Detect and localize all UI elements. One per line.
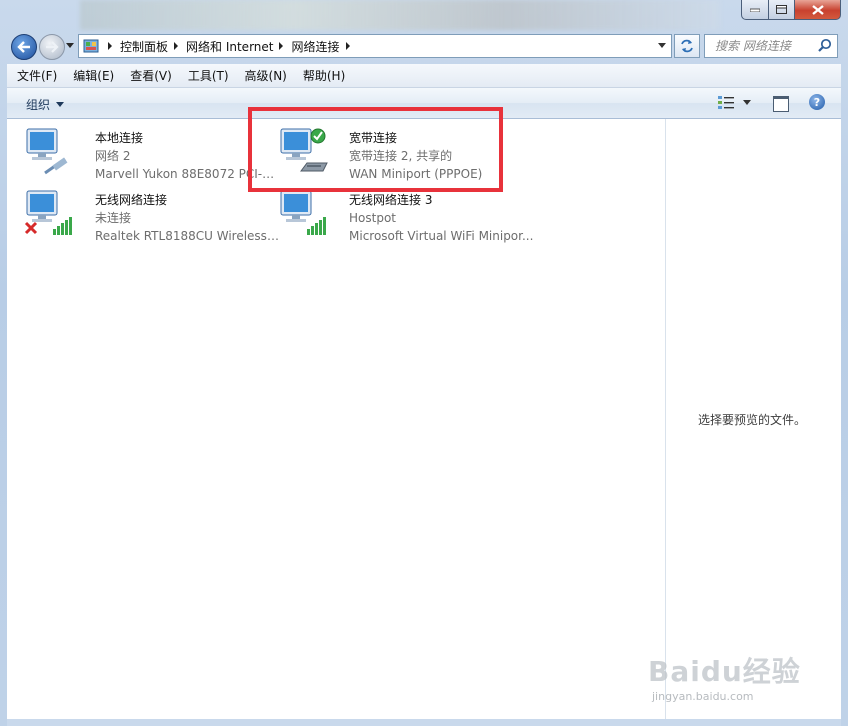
refresh-icon — [681, 39, 693, 53]
refresh-button[interactable] — [674, 34, 700, 58]
wireless-disconnected-icon — [24, 190, 72, 235]
window-controls — [741, 0, 841, 20]
breadcrumb-network-connections[interactable]: 网络连接 — [291, 38, 339, 55]
connection-status: 宽带连接 2, 共享的 — [349, 149, 453, 163]
back-button[interactable] — [11, 34, 37, 60]
search-input[interactable] — [713, 38, 817, 54]
back-arrow-icon — [17, 41, 30, 53]
menu-view[interactable]: 查看(V) — [124, 67, 178, 84]
connection-item[interactable]: 宽带连接 宽带连接 2, 共享的 WAN Miniport (PPPOE) — [277, 119, 527, 181]
breadcrumb-network-internet[interactable]: 网络和 Internet — [186, 38, 273, 55]
search-box[interactable] — [704, 34, 838, 58]
maximize-icon — [776, 5, 787, 14]
address-history-dropdown[interactable] — [658, 43, 666, 48]
help-button[interactable]: ? — [809, 94, 825, 110]
watermark-brand: Baidu经验 — [648, 655, 801, 688]
organize-button[interactable]: 组织 — [26, 96, 65, 113]
minimize-icon — [750, 8, 760, 12]
watermark-url: jingyan.baidu.com — [652, 690, 754, 703]
forward-arrow-icon — [46, 41, 59, 53]
wired-network-icon — [26, 128, 68, 175]
close-button[interactable] — [795, 0, 841, 20]
connection-name: 本地连接 — [95, 131, 144, 145]
close-icon — [811, 4, 824, 15]
connection-name: 宽带连接 — [349, 131, 398, 145]
help-icon: ? — [813, 95, 821, 109]
address-bar[interactable]: 控制面板 网络和 Internet 网络连接 — [78, 34, 672, 58]
menu-tools[interactable]: 工具(T) — [182, 67, 235, 84]
connection-status: 未连接 — [95, 211, 132, 225]
organize-label: 组织 — [26, 98, 51, 112]
desktop-background-blur — [80, 0, 720, 30]
wireless-network-icon — [280, 190, 326, 235]
connection-item[interactable]: 无线网络连接 3 Hostpot Microsoft Virtual WiFi … — [277, 181, 533, 243]
menu-file[interactable]: 文件(F) — [11, 67, 63, 84]
preview-pane-message: 选择要预览的文件。 — [698, 413, 807, 427]
chevron-down-icon — [743, 99, 751, 105]
breadcrumb-separator[interactable] — [174, 42, 179, 50]
forward-button[interactable] — [39, 34, 65, 60]
breadcrumb-separator[interactable] — [345, 42, 350, 50]
minimize-button[interactable] — [741, 0, 769, 20]
control-panel-icon — [83, 39, 99, 53]
connection-device: Microsoft Virtual WiFi Minipor... — [349, 229, 534, 243]
connection-status: 网络 2 — [95, 149, 131, 163]
connection-item[interactable]: 本地连接 网络 2 Marvell Yukon 88E8072 PCI-E... — [23, 119, 280, 181]
maximize-button[interactable] — [769, 0, 795, 20]
broadband-connected-icon — [280, 128, 328, 172]
view-details-icon — [718, 96, 734, 109]
connection-item[interactable]: 无线网络连接 未连接 Realtek RTL8188CU Wireless L.… — [23, 181, 280, 243]
window-bottom-border — [7, 719, 841, 726]
window-frame: 控制面板 网络和 Internet 网络连接 文件(F) 编辑(E) 查看(V)… — [0, 0, 848, 726]
preview-pane-button[interactable] — [773, 96, 789, 112]
menu-edit[interactable]: 编辑(E) — [67, 67, 120, 84]
menu-advanced[interactable]: 高级(N) — [239, 67, 293, 84]
command-bar: 组织 ? — [7, 88, 841, 119]
change-view-button[interactable] — [718, 95, 751, 109]
connection-name: 无线网络连接 — [95, 193, 168, 207]
breadcrumb-separator[interactable] — [108, 42, 112, 50]
menu-help[interactable]: 帮助(H) — [297, 67, 351, 84]
connection-name: 无线网络连接 3 — [349, 193, 433, 207]
menu-bar: 文件(F) 编辑(E) 查看(V) 工具(T) 高级(N) 帮助(H) — [7, 64, 841, 88]
chevron-down-icon — [56, 102, 65, 107]
preview-pane-divider[interactable] — [665, 119, 666, 719]
search-icon[interactable] — [818, 38, 832, 52]
connection-device: Realtek RTL8188CU Wireless L... — [95, 229, 280, 243]
recent-pages-dropdown[interactable] — [66, 43, 74, 48]
breadcrumb-separator[interactable] — [279, 42, 284, 50]
baidu-watermark: Baidu经验 jingyan.baidu.com — [648, 650, 801, 703]
breadcrumb-control-panel[interactable]: 控制面板 — [120, 38, 168, 55]
connection-status: Hostpot — [349, 211, 396, 225]
file-list-pane: 本地连接 网络 2 Marvell Yukon 88E8072 PCI-E...… — [7, 119, 841, 719]
